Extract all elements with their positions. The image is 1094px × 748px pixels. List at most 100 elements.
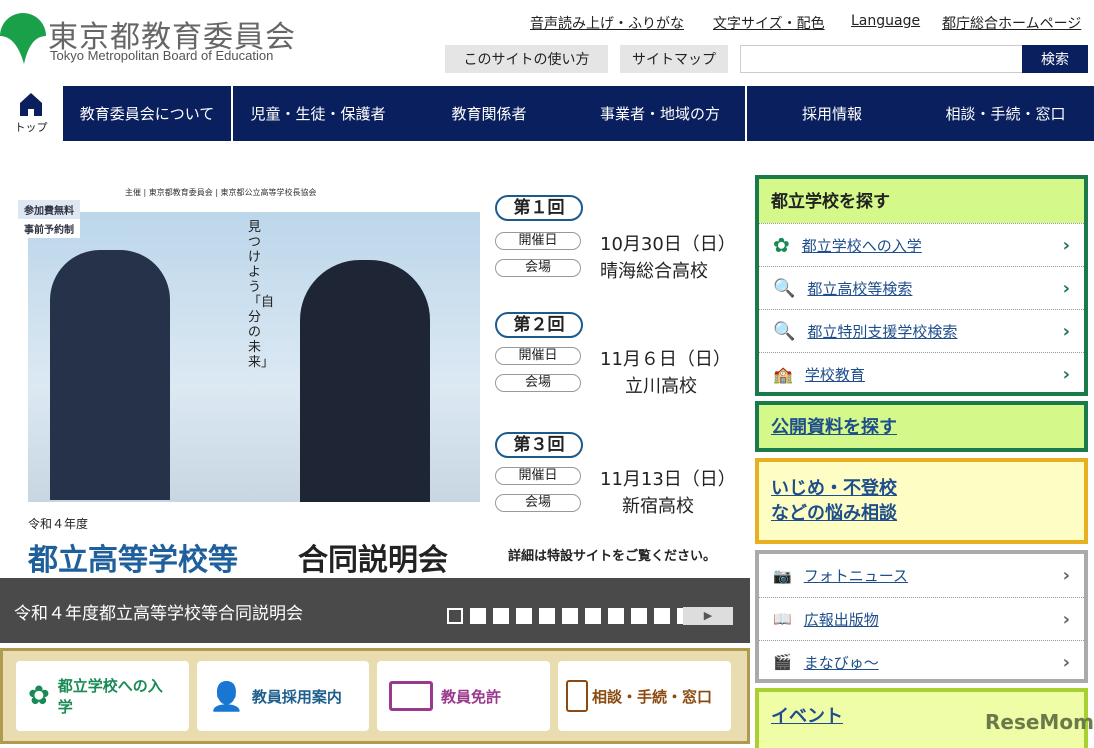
nav-recruit[interactable]: 採用情報 — [747, 86, 917, 141]
media-item[interactable]: 🎬 まなびゅ～ › — [759, 640, 1084, 683]
nav-about[interactable]: 教育委員会について — [63, 86, 231, 141]
clapperboard-icon: 🎬 — [773, 653, 792, 671]
home-icon — [20, 93, 42, 116]
banner-sponsors: 主催 | 東京都教育委員会 | 東京都公立高等学校長協会 — [125, 188, 317, 197]
link-read-aloud[interactable]: 音声読み上げ・ふりがな — [530, 13, 684, 33]
quick-recruit[interactable]: 👤 教員採用案内 — [197, 661, 369, 731]
date-label: 開催日 — [495, 467, 581, 485]
chevron-right-icon: › — [1062, 651, 1070, 673]
flower-icon: ✿ — [773, 233, 790, 257]
slider-dot[interactable] — [562, 608, 578, 624]
ginkgo-logo-icon — [0, 13, 46, 64]
link-language[interactable]: Language — [851, 13, 920, 29]
session-1-round: 第１回 — [495, 195, 583, 221]
student-boy-figure — [50, 250, 170, 500]
license-card-icon — [389, 681, 433, 711]
slider-dot[interactable] — [470, 608, 486, 624]
venue-label: 会場 — [495, 494, 581, 512]
bullying-panel[interactable]: いじめ・不登校 などの悩み相談 — [755, 458, 1088, 544]
banner-year: 令和４年度 — [28, 517, 89, 531]
find-school-item[interactable]: 🏫 学校教育 › — [759, 352, 1084, 395]
nav-consult[interactable]: 相談・手続・窓口 — [917, 86, 1094, 141]
slider-dot[interactable] — [631, 608, 647, 624]
search-icon: 🔍 — [773, 277, 796, 299]
media-panel: 📷 フォトニュース › 📖 広報出版物 › 🎬 まなびゅ～ › — [755, 550, 1088, 683]
quick-license[interactable]: 教員免許 — [377, 661, 550, 731]
chevron-right-icon: › — [1062, 608, 1070, 630]
quick-consult-label: 相談・手続・窓口 — [592, 687, 713, 706]
tag-reservation: 事前予約制 — [18, 219, 80, 238]
nav-business[interactable]: 事業者・地域の方 — [575, 86, 745, 141]
media-item-label: フォトニュース — [803, 567, 908, 585]
find-school-item[interactable]: ✿ 都立学校への入学 › — [759, 223, 1084, 266]
venue-label: 会場 — [495, 374, 581, 392]
slider-next-button[interactable]: ▶ — [683, 607, 733, 625]
book-icon: 📖 — [773, 610, 792, 628]
nav-educators[interactable]: 教育関係者 — [403, 86, 575, 141]
session-3-venue: 新宿高校 — [622, 496, 694, 517]
slider-dot[interactable] — [585, 608, 601, 624]
bullying-link-line1[interactable]: いじめ・不登校 — [771, 476, 1072, 501]
session-2-venue: 立川高校 — [625, 376, 697, 397]
find-school-item-label: 都立特別支援学校検索 — [807, 322, 958, 341]
bullying-link-line2[interactable]: などの悩み相談 — [771, 501, 1072, 526]
resemom-watermark: ReseMom — [985, 710, 1094, 734]
quick-consult[interactable]: 相談・手続・窓口 — [558, 661, 731, 731]
find-school-item-label: 都立学校への入学 — [801, 236, 922, 255]
public-docs-panel[interactable]: 公開資料を探す — [755, 401, 1088, 452]
person-icon: 👤 — [209, 679, 244, 713]
slider-dot[interactable] — [516, 608, 532, 624]
flower-icon: ✿ — [28, 681, 50, 711]
how-to-use-button[interactable]: このサイトの使い方 — [445, 45, 608, 73]
nav-home-label: トップ — [14, 121, 48, 134]
find-school-item[interactable]: 🔍 都立高校等検索 › — [759, 266, 1084, 309]
public-docs-link[interactable]: 公開資料を探す — [771, 417, 897, 438]
date-label: 開催日 — [495, 232, 581, 250]
date-label: 開催日 — [495, 347, 581, 365]
banner-catch: 見つけよう「自分の未来」 — [248, 220, 275, 370]
slider-dot[interactable] — [654, 608, 670, 624]
chevron-right-icon: › — [1062, 277, 1070, 299]
find-school-item[interactable]: 🔍 都立特別支援学校検索 › — [759, 309, 1084, 352]
media-item[interactable]: 📖 広報出版物 › — [759, 597, 1084, 640]
media-item-label: まなびゅ～ — [803, 653, 879, 672]
quick-admission-label: 都立学校への入学 — [57, 677, 163, 716]
nav-home[interactable]: トップ — [0, 92, 62, 135]
search-button[interactable]: 検索 — [1022, 45, 1088, 73]
media-item-label: 広報出版物 — [803, 610, 879, 629]
find-school-panel: 都立学校を探す ✿ 都立学校への入学 › 🔍 都立高校等検索 › 🔍 都立特別支援学校検索… — [755, 175, 1088, 396]
camera-icon: 📷 — [773, 566, 792, 585]
session-3-round: 第３回 — [495, 432, 583, 458]
logo-subtitle: Tokyo Metropolitan Board of Education — [50, 48, 274, 63]
find-school-item-label: 学校教育 — [804, 365, 865, 384]
find-school-item-label: 都立高校等検索 — [807, 279, 913, 298]
banner-title-a: 都立高等学校等 — [28, 543, 238, 578]
banner-note: 詳細は特設サイトをご覧ください。 — [508, 549, 717, 564]
chevron-right-icon: › — [1062, 565, 1070, 586]
quick-admission[interactable]: ✿ 都立学校への入学 — [16, 661, 189, 731]
chevron-right-icon: › — [1062, 234, 1070, 256]
student-girl-figure — [300, 260, 430, 502]
event-link[interactable]: イベント — [771, 706, 843, 727]
tag-free: 参加費無料 — [18, 200, 80, 219]
clipboard-icon — [566, 680, 588, 712]
slider-dot[interactable] — [493, 608, 509, 624]
banner-title-b: 合同説明会 — [298, 543, 448, 578]
school-building-icon: 🏫 — [773, 364, 793, 384]
link-tocho[interactable]: 都庁総合ホームページ — [942, 13, 1081, 33]
quick-license-label: 教員免許 — [441, 687, 502, 706]
link-font-size[interactable]: 文字サイズ・配色 — [713, 13, 825, 33]
slider-dot[interactable] — [539, 608, 555, 624]
slider-caption[interactable]: 令和４年度都立高等学校等合同説明会 — [14, 599, 303, 624]
venue-label: 会場 — [495, 259, 581, 277]
slider-dot[interactable] — [447, 608, 463, 624]
search-input[interactable] — [740, 45, 1023, 73]
find-school-title: 都立学校を探す — [759, 179, 1084, 223]
nav-students[interactable]: 児童・生徒・保護者 — [233, 86, 403, 141]
sitemap-button[interactable]: サイトマップ — [620, 45, 728, 73]
session-2-round: 第２回 — [495, 312, 583, 338]
media-item[interactable]: 📷 フォトニュース › — [759, 554, 1084, 597]
slider-dot[interactable] — [608, 608, 624, 624]
chevron-right-icon: › — [1062, 320, 1070, 342]
session-1-venue: 晴海総合高校 — [600, 261, 708, 282]
